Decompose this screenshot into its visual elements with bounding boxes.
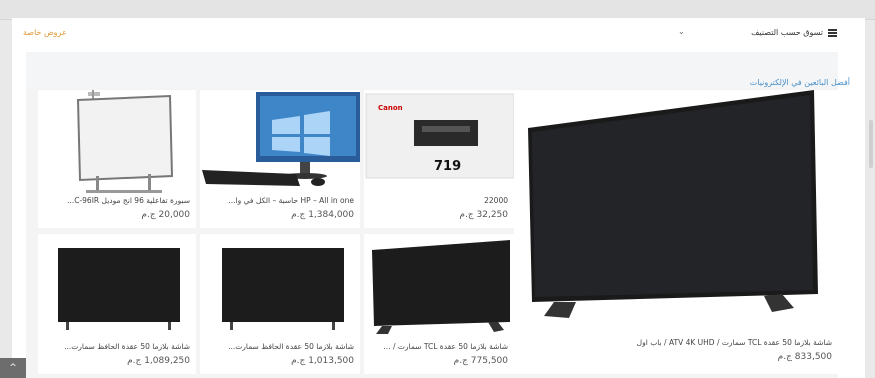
- product-price: 1,384,000 ج.م: [291, 210, 354, 220]
- product-price: 833,500 ج.م: [777, 352, 832, 362]
- tv-image[interactable]: [514, 90, 838, 330]
- whiteboard-image[interactable]: [38, 90, 196, 196]
- chevron-down-icon[interactable]: ⌄: [678, 27, 685, 36]
- product-price: 20,000 ج.م: [141, 210, 190, 220]
- computer-image[interactable]: [200, 90, 360, 196]
- product-card[interactable]: سبورة تفاعلية 96 انج موديل C-96IR... 20,…: [38, 90, 196, 228]
- product-price: 1,013,500 ج.م: [291, 356, 354, 366]
- tv-image[interactable]: [200, 234, 360, 342]
- shop-by-category-button[interactable]: تسوق حسب التصنيف: [751, 28, 823, 37]
- scroll-to-top-button[interactable]: ^: [0, 358, 26, 378]
- product-name[interactable]: سبورة تفاعلية 96 انج موديل C-96IR...: [40, 196, 190, 205]
- product-card[interactable]: شاشة بلازما 50 عقدة الحافظ سمارت... 1,08…: [38, 234, 196, 374]
- products-panel: عروض خاصة ⌄ تسوق حسب التصنيف أفضل البائع…: [12, 18, 865, 378]
- toner-image[interactable]: Canon 719: [364, 90, 514, 180]
- product-card[interactable]: HP – All in one حاسبة – الكل في وا... 1,…: [200, 90, 360, 228]
- product-name[interactable]: شاشة بلازما 50 عقدة الحافظ سمارت...: [40, 342, 190, 351]
- product-card[interactable]: شاشة بلازما 50 عقدة الحافظ سمارت... 1,01…: [200, 234, 360, 374]
- product-card[interactable]: Canon 719 22000 32,250 ج.م: [364, 90, 514, 228]
- category-nav: عروض خاصة ⌄ تسوق حسب التصنيف: [12, 18, 865, 52]
- product-name[interactable]: HP – All in one حاسبة – الكل في وا...: [204, 196, 354, 205]
- product-card[interactable]: شاشة بلازما 50 عقدة TCL سمارت / ... 775,…: [364, 234, 514, 374]
- product-name[interactable]: شاشة بلازما 50 عقدة TCL سمارت / ATV 4K U…: [532, 338, 832, 347]
- product-price: 1,089,250 ج.م: [127, 356, 190, 366]
- section-title[interactable]: أفضل البائعين في الإلكترونيات: [750, 78, 850, 87]
- product-price: 32,250 ج.م: [459, 210, 508, 220]
- product-name[interactable]: شاشة بلازما 50 عقدة الحافظ سمارت...: [204, 342, 354, 351]
- tv-image[interactable]: [364, 234, 514, 342]
- section-header: أفضل البائعين في الإلكترونيات: [26, 52, 850, 92]
- browser-top-strip: [0, 0, 875, 20]
- toner-brand-label: Canon: [378, 104, 403, 112]
- special-offers-link[interactable]: عروض خاصة: [23, 28, 67, 37]
- toner-model-label: 719: [434, 159, 461, 174]
- product-price: 775,500 ج.م: [453, 356, 508, 366]
- tv-image[interactable]: [38, 234, 196, 342]
- hamburger-icon[interactable]: [828, 29, 837, 37]
- product-name[interactable]: شاشة بلازما 50 عقدة TCL سمارت / ...: [368, 342, 508, 351]
- product-grid: شاشة بلازما 50 عقدة TCL سمارت / ATV 4K U…: [26, 88, 838, 378]
- chevron-up-icon: ^: [9, 363, 17, 373]
- page-scrollbar[interactable]: [869, 120, 873, 168]
- product-card[interactable]: شاشة بلازما 50 عقدة TCL سمارت / ATV 4K U…: [514, 90, 838, 374]
- product-name[interactable]: 22000: [484, 196, 508, 205]
